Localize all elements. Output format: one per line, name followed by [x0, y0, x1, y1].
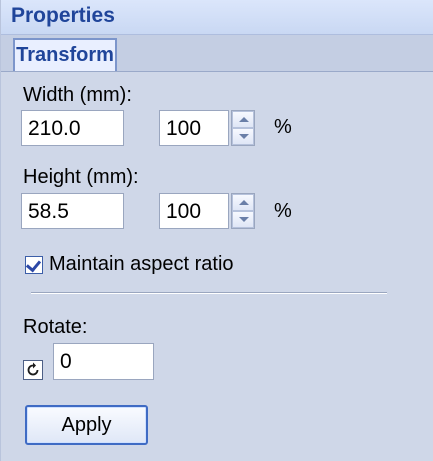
arrow-down-icon	[239, 217, 249, 222]
rotate-label: Rotate:	[23, 316, 88, 338]
tab-strip: Transform	[1, 35, 433, 72]
panel-header: Properties	[1, 0, 433, 35]
width-percent-input[interactable]: 100	[159, 110, 229, 146]
aspect-ratio-checkbox[interactable]	[25, 256, 43, 274]
width-spin-up-button[interactable]	[232, 111, 254, 128]
height-label: Height (mm):	[23, 166, 139, 188]
width-percent-spinner[interactable]	[231, 110, 255, 146]
tab-transform[interactable]: Transform	[13, 38, 117, 71]
width-percent-unit: %	[274, 116, 292, 138]
width-spin-down-button[interactable]	[232, 128, 254, 145]
section-divider	[31, 292, 387, 294]
width-label: Width (mm):	[23, 84, 132, 106]
rotate-ccw-icon	[23, 360, 43, 380]
height-spin-up-button[interactable]	[232, 194, 254, 211]
properties-panel: Properties Transform Width (mm): 210.0 1…	[0, 0, 433, 461]
arrow-up-icon	[239, 200, 249, 205]
checkmark-icon	[25, 256, 42, 273]
height-percent-unit: %	[274, 200, 292, 222]
height-input[interactable]: 58.5	[21, 193, 124, 229]
apply-button[interactable]: Apply	[25, 405, 148, 445]
aspect-ratio-label: Maintain aspect ratio	[49, 253, 234, 275]
height-spin-down-button[interactable]	[232, 211, 254, 228]
width-input[interactable]: 210.0	[21, 110, 124, 146]
height-percent-spinner[interactable]	[231, 193, 255, 229]
rotate-input[interactable]: 0	[53, 343, 154, 380]
arrow-down-icon	[239, 134, 249, 139]
panel-title: Properties	[11, 4, 115, 27]
height-percent-input[interactable]: 100	[159, 193, 229, 229]
arrow-up-icon	[239, 117, 249, 122]
